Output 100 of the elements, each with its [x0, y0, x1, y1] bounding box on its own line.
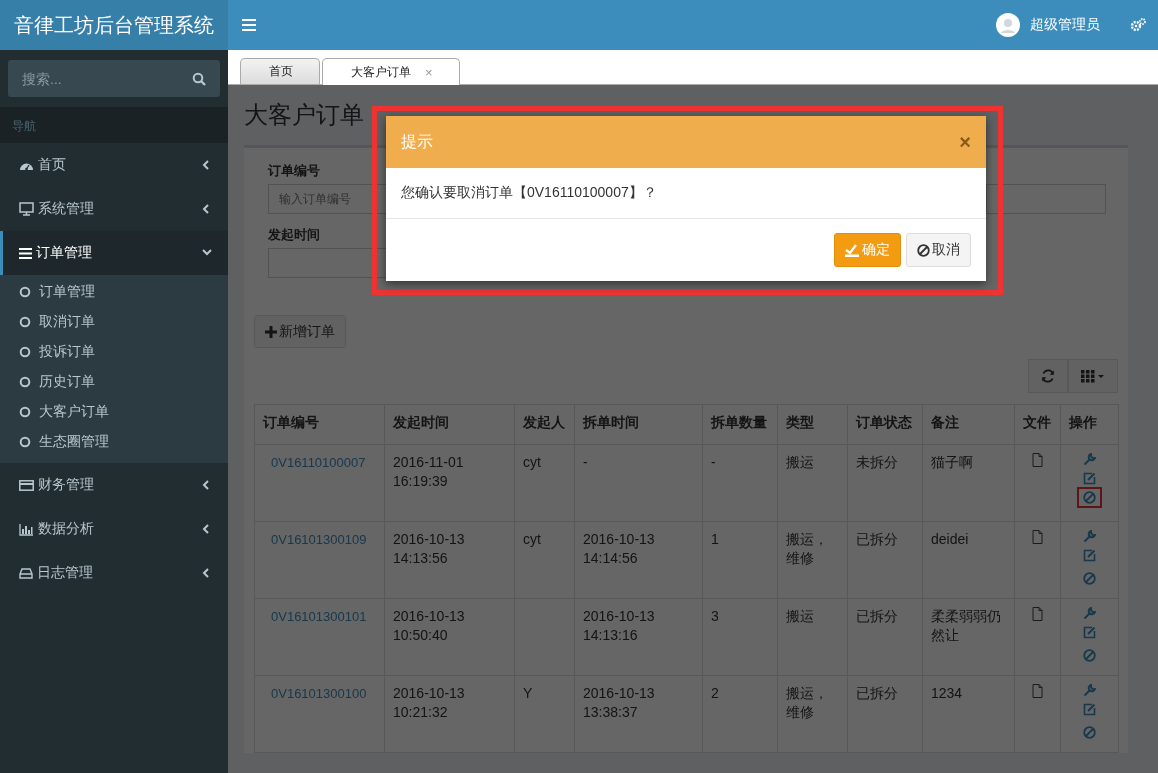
tray-icon [19, 567, 33, 579]
column-header[interactable]: 拆单时间 [574, 404, 703, 445]
submenu-item[interactable]: 历史订单 [0, 367, 228, 397]
table-cell: 已拆分 [856, 531, 898, 547]
table-cell: cyt [523, 531, 541, 547]
nav-item[interactable]: 财务管理 [0, 463, 228, 507]
edit-icon[interactable] [1083, 549, 1096, 562]
submenu-item[interactable]: 生态圈管理 [0, 427, 228, 457]
table-cell: 2016-10-13 14:14:56 [583, 531, 655, 566]
file-icon [1032, 530, 1043, 544]
column-header[interactable]: 发起人 [514, 404, 575, 445]
chevron-left-icon [202, 480, 212, 490]
order-link[interactable]: 0V16110100007 [271, 455, 366, 470]
table-cell: 2 [711, 685, 719, 701]
column-header[interactable]: 拆单数量 [702, 404, 778, 445]
monitor-icon [19, 202, 34, 216]
nav-item[interactable]: 订单管理 [0, 231, 228, 275]
nav-item[interactable]: 日志管理 [0, 551, 228, 595]
table-cell: deidei [931, 531, 969, 547]
submenu-item[interactable]: 投诉订单 [0, 337, 228, 367]
nav-item[interactable]: 数据分析 [0, 507, 228, 551]
table-cell: 搬运，维修 [786, 531, 828, 566]
tab-close-button[interactable]: × [425, 64, 433, 80]
table-cell: 已拆分 [856, 608, 898, 624]
wrench-icon[interactable] [1083, 453, 1096, 466]
cancel-icon[interactable] [1083, 649, 1096, 662]
edit-icon[interactable] [1083, 472, 1096, 485]
nav-item[interactable]: 首页 [0, 143, 228, 187]
table-cell: 1234 [931, 685, 963, 701]
table-cell: 柔柔弱弱仍然让 [931, 608, 1001, 643]
circle-icon [19, 316, 31, 328]
table-cell: Y [523, 685, 533, 701]
column-header[interactable]: 发起时间 [384, 404, 515, 445]
table-cell: 3 [711, 608, 719, 624]
search-field[interactable]: 搜索... [8, 60, 220, 97]
field-label: 发起时间 [268, 226, 321, 242]
table-cell: 已拆分 [856, 685, 898, 701]
search-icon [192, 72, 206, 86]
table-cell: 2016-10-13 10:50:40 [393, 608, 465, 643]
order-link[interactable]: 0V16101300109 [271, 532, 367, 547]
chevron-left-icon [202, 160, 212, 170]
edit-icon[interactable] [1083, 626, 1096, 639]
input-field[interactable] [986, 184, 1106, 214]
chevron-down-icon [202, 248, 212, 258]
column-header[interactable]: 订单编号 [254, 404, 385, 445]
table-cell: 2016-10-13 14:13:16 [583, 608, 655, 643]
column-header[interactable]: 类型 [777, 404, 848, 445]
column-header[interactable]: 备注 [922, 404, 1015, 445]
table-cell: 1 [711, 531, 719, 547]
submenu-item[interactable]: 取消订单 [0, 307, 228, 337]
circle-icon [19, 406, 31, 418]
list-icon [19, 246, 32, 260]
table-cell: 未拆分 [856, 454, 898, 470]
table-cell: - [583, 454, 588, 470]
table-cell: 搬运 [786, 454, 814, 470]
dialog-message: 您确认要取消订单【0V16110100007】？ [386, 168, 986, 219]
tab[interactable]: 首页 [240, 58, 320, 84]
table-cell: 搬运，维修 [786, 685, 828, 720]
chevron-left-icon [202, 204, 212, 214]
chevron-left-icon [202, 524, 212, 534]
gears-icon[interactable] [1130, 18, 1146, 32]
cancel-button[interactable]: 取消 [906, 233, 971, 267]
cancel-icon[interactable] [1083, 726, 1096, 739]
submenu-item[interactable]: 订单管理 [0, 277, 228, 307]
avatar-icon[interactable] [996, 13, 1020, 37]
add-order-button[interactable]: 新增订单 [254, 315, 346, 348]
column-header[interactable]: 操作 [1060, 404, 1119, 445]
bar-chart-icon [19, 522, 34, 536]
order-link[interactable]: 0V16101300100 [271, 686, 367, 701]
close-button[interactable]: × [959, 130, 971, 154]
table-cell: 2016-10-13 13:38:37 [583, 685, 655, 720]
nav-section-label: 导航 [0, 107, 228, 143]
wrench-icon[interactable] [1083, 684, 1096, 697]
file-icon [1032, 684, 1043, 698]
grid-icon [1081, 369, 1105, 383]
circle-icon [19, 376, 31, 388]
ban-icon [917, 243, 930, 257]
column-header[interactable]: 订单状态 [847, 404, 923, 445]
table-cell: 2016-11-01 16:19:39 [393, 454, 464, 489]
cancel-icon[interactable] [1083, 572, 1096, 585]
circle-icon [19, 346, 31, 358]
order-link[interactable]: 0V16101300101 [271, 609, 367, 624]
user-name[interactable]: 超级管理员 [1030, 16, 1100, 34]
card-icon [19, 478, 34, 492]
edit-icon[interactable] [1083, 703, 1096, 716]
cancel-icon[interactable] [1083, 491, 1096, 504]
table-cell: - [711, 454, 716, 470]
wrench-icon[interactable] [1083, 530, 1096, 543]
tab[interactable]: 大客户订单 × [322, 58, 460, 85]
refresh-button[interactable] [1028, 359, 1068, 393]
dialog-title: 提示 [401, 131, 433, 152]
columns-button[interactable] [1068, 359, 1118, 393]
circle-icon [19, 286, 31, 298]
nav-item[interactable]: 系统管理 [0, 187, 228, 231]
wrench-icon[interactable] [1083, 607, 1096, 620]
column-header[interactable]: 文件 [1014, 404, 1061, 445]
submenu-item[interactable]: 大客户订单 [0, 397, 228, 427]
page-title: 大客户订单 [244, 100, 365, 130]
table-cell: cyt [523, 454, 541, 470]
confirm-button[interactable]: 确定 [834, 233, 901, 267]
